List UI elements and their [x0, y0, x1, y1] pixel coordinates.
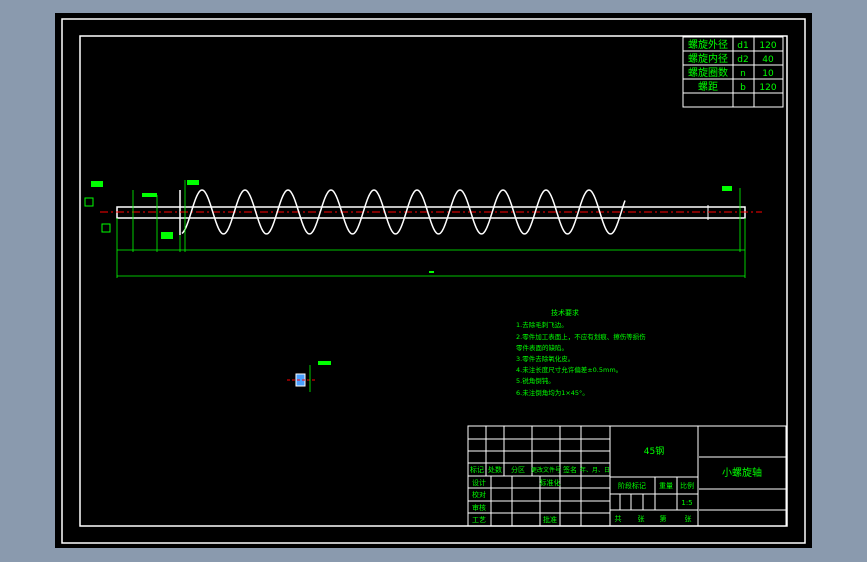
tb-standardize: 标准化: [540, 478, 561, 487]
outer-frame: [61, 18, 806, 544]
tech-req-title: 技术要求: [551, 308, 579, 317]
param-symbol: n: [740, 69, 746, 79]
param-value: 120: [759, 41, 776, 51]
param-value: 10: [762, 69, 774, 79]
section-view: [287, 361, 331, 392]
param-name: 螺旋外径: [688, 38, 728, 51]
param-symbol: d1: [737, 41, 748, 51]
technical-requirements: 技术要求 1.去除毛刺飞边。 2.零件加工表面上，不应有划痕、擦伤等损伤 零件表…: [516, 308, 646, 397]
cad-drawing: 螺旋外径 d1 120 螺旋内径 d2 40 螺旋圈数 n 10 螺距 b 12…: [61, 18, 806, 544]
param-name: 螺距: [698, 81, 718, 93]
tb-header: 标记: [470, 465, 484, 474]
tech-req-line: 1.去除毛刺飞边。: [516, 320, 568, 329]
tb-sheets: 第: [660, 514, 667, 523]
tb-header: 签名: [563, 465, 577, 474]
tb-sheets: 共: [615, 514, 622, 523]
param-symbol: b: [740, 83, 746, 93]
tb-header: 处数: [488, 465, 502, 474]
tb-scale: 1:5: [681, 499, 692, 507]
tech-req-line: 3.零件去除氧化皮。: [516, 354, 574, 363]
param-value: 120: [759, 83, 776, 93]
tb-role: 设计: [472, 478, 486, 487]
tech-req-line: 6.未注倒角均为1×45°。: [516, 388, 589, 397]
tb-header: 更改文件号: [531, 466, 561, 474]
tb-header: 分区: [511, 465, 525, 474]
tech-req-line: 零件表面的缺陷。: [516, 343, 568, 352]
tech-req-line: 4.未注长度尺寸允许偏差±0.5mm。: [516, 365, 622, 374]
tb-sheets: 张: [685, 514, 692, 523]
inner-frame: [79, 35, 788, 527]
tb-role: 审核: [472, 503, 486, 512]
tb-role: 工艺: [472, 516, 486, 524]
param-value: 40: [762, 55, 774, 65]
params-table: 螺旋外径 d1 120 螺旋内径 d2 40 螺旋圈数 n 10 螺距 b 12…: [682, 36, 784, 108]
tb-header: 年、月、日: [580, 466, 610, 474]
param-symbol: d2: [737, 55, 748, 65]
tech-req-line: 5.锐角倒钝。: [516, 376, 555, 385]
tb-sheets: 张: [638, 514, 645, 523]
tb-material: 45钢: [644, 445, 664, 457]
tb-weight: 重量: [659, 482, 673, 490]
screw-shaft-view: [84, 180, 762, 278]
tb-stage: 阶段标记: [618, 481, 646, 490]
tb-role: 校对: [472, 490, 486, 499]
tb-scale-label: 比例: [680, 481, 694, 490]
param-name: 螺旋内径: [688, 52, 728, 65]
tech-req-line: 2.零件加工表面上，不应有划痕、擦伤等损伤: [516, 332, 646, 341]
param-name: 螺旋圈数: [688, 66, 728, 79]
tb-approve: 批准: [543, 515, 557, 524]
tb-part-name: 小螺旋轴: [722, 466, 762, 479]
